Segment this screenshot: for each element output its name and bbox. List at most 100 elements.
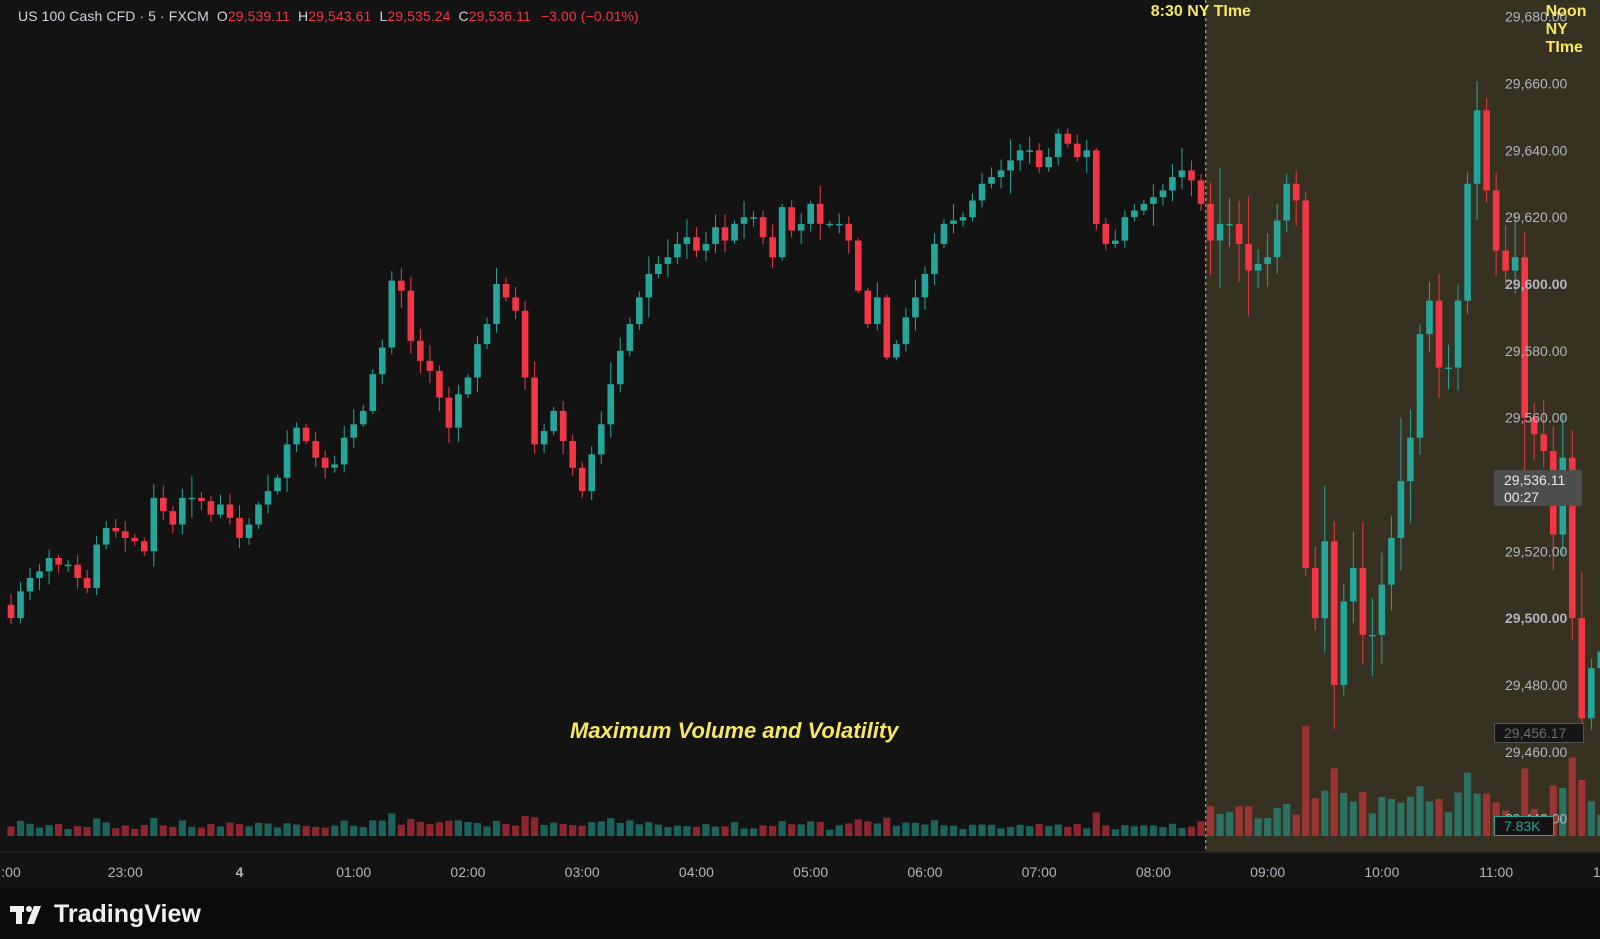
candle-body: [1007, 160, 1014, 171]
candle-body: [340, 437, 348, 465]
time-tick-label: 04:00: [679, 864, 714, 880]
candle-body: [1473, 110, 1481, 184]
candlestick-chart[interactable]: 29,680.0029,660.0029,640.0029,620.0029,6…: [0, 0, 1600, 939]
volume-bar: [1168, 823, 1177, 836]
candle-body: [1388, 537, 1395, 585]
candle-body: [683, 237, 691, 244]
volume-bar: [531, 817, 539, 836]
candle-body: [521, 310, 529, 378]
candle-body: [1197, 180, 1205, 204]
volume-bar: [140, 824, 148, 836]
time-tick-label: 01:00: [336, 864, 371, 880]
time-tick-label: 02:00: [450, 864, 485, 880]
volume-bar: [464, 822, 472, 836]
last-price-value: 29,536.11: [1504, 472, 1566, 488]
candle-body: [997, 170, 1005, 178]
candle-body: [1016, 150, 1024, 161]
candle-body: [7, 604, 15, 619]
volume-bar: [83, 827, 91, 836]
volume-bar: [778, 820, 786, 836]
volume-bar: [569, 825, 577, 836]
tradingview-brand[interactable]: TradingView: [10, 900, 201, 929]
change-value: −3.00 (−0.01%): [540, 8, 639, 24]
candle-body: [959, 217, 967, 221]
volume-bar: [35, 827, 44, 836]
volume-bar: [921, 824, 929, 836]
volume-bar: [1292, 814, 1300, 836]
candle-body: [1511, 257, 1519, 271]
candle-body: [407, 290, 415, 341]
candle-body: [1131, 210, 1138, 218]
volume-bar: [873, 823, 881, 836]
volume-bar: [407, 818, 415, 836]
volume-bar: [759, 825, 767, 836]
candle-body: [826, 223, 834, 226]
candle-body: [693, 237, 700, 251]
time-tick-label: :00: [1, 864, 21, 880]
price-tick-label: 29,500.00: [1505, 610, 1567, 626]
candle-body: [474, 344, 481, 378]
volume-tag: 7.83K: [1494, 816, 1554, 836]
candle-body: [1064, 133, 1072, 144]
volume-bar: [1587, 801, 1595, 836]
volume-bar: [1245, 806, 1253, 836]
candle-body: [1073, 143, 1081, 158]
volatility-annotation: Maximum Volume and Volatility: [570, 718, 899, 743]
candle-body: [455, 394, 462, 428]
volume-bar: [664, 827, 672, 836]
candle-body: [140, 541, 148, 552]
last-price-tag: 29,536.11 00:27: [1494, 470, 1582, 506]
brand-name: TradingView: [54, 900, 201, 928]
volume-bar: [1159, 827, 1167, 836]
candle-body: [769, 237, 776, 258]
volume-bar: [55, 823, 63, 836]
volume-bar: [883, 817, 891, 836]
candle-body: [74, 564, 81, 579]
volume-bar: [93, 818, 101, 836]
volume-bar: [892, 825, 900, 836]
volume-bar: [102, 822, 110, 836]
candle-body: [388, 280, 396, 348]
candle-body: [102, 527, 110, 545]
candle-body: [169, 511, 177, 525]
volume-bar: [911, 822, 919, 836]
volume-bar: [1016, 824, 1024, 836]
volume-bar: [1130, 826, 1138, 836]
volume-bar: [1045, 825, 1053, 836]
time-tick-label: 07:00: [1022, 864, 1057, 880]
volume-bar: [997, 828, 1005, 836]
volume-bar: [1473, 793, 1481, 836]
volume-bar: [150, 817, 158, 836]
volume-bar: [1578, 779, 1586, 836]
candle-body: [1292, 183, 1300, 201]
price-tick-label: 29,640.00: [1505, 142, 1567, 158]
volume-bar: [588, 822, 596, 836]
time-tick-label: 05:00: [793, 864, 828, 880]
symbol-name[interactable]: US 100 Cash CFD · 5 · FXCM: [18, 8, 209, 24]
volume-bar: [435, 822, 443, 836]
candle-body: [64, 564, 72, 567]
time-tick-label: 12:00: [1593, 864, 1600, 880]
volume-bar: [930, 820, 939, 836]
candle-body: [616, 350, 624, 385]
candle-body: [359, 410, 367, 425]
candle-body: [1273, 220, 1281, 258]
volume-bar: [1206, 806, 1215, 836]
volume-bar: [492, 820, 501, 836]
candle-body: [217, 504, 224, 515]
candle-body: [931, 243, 938, 274]
time-tick-label: 10:00: [1364, 864, 1399, 880]
low-value: 29,535.24: [387, 8, 451, 24]
volume-bar: [1216, 813, 1224, 836]
volume-bar: [45, 825, 53, 836]
volume-bar: [788, 824, 796, 836]
volume-bar: [1568, 757, 1576, 836]
volume-bar: [769, 825, 777, 836]
volume-bar: [245, 826, 253, 836]
volume-bar: [416, 821, 424, 836]
volume-bar: [550, 822, 558, 836]
candle-body: [1092, 150, 1100, 224]
volume-bar: [949, 825, 958, 836]
volume-bar: [940, 825, 948, 836]
candle-body: [83, 578, 91, 589]
